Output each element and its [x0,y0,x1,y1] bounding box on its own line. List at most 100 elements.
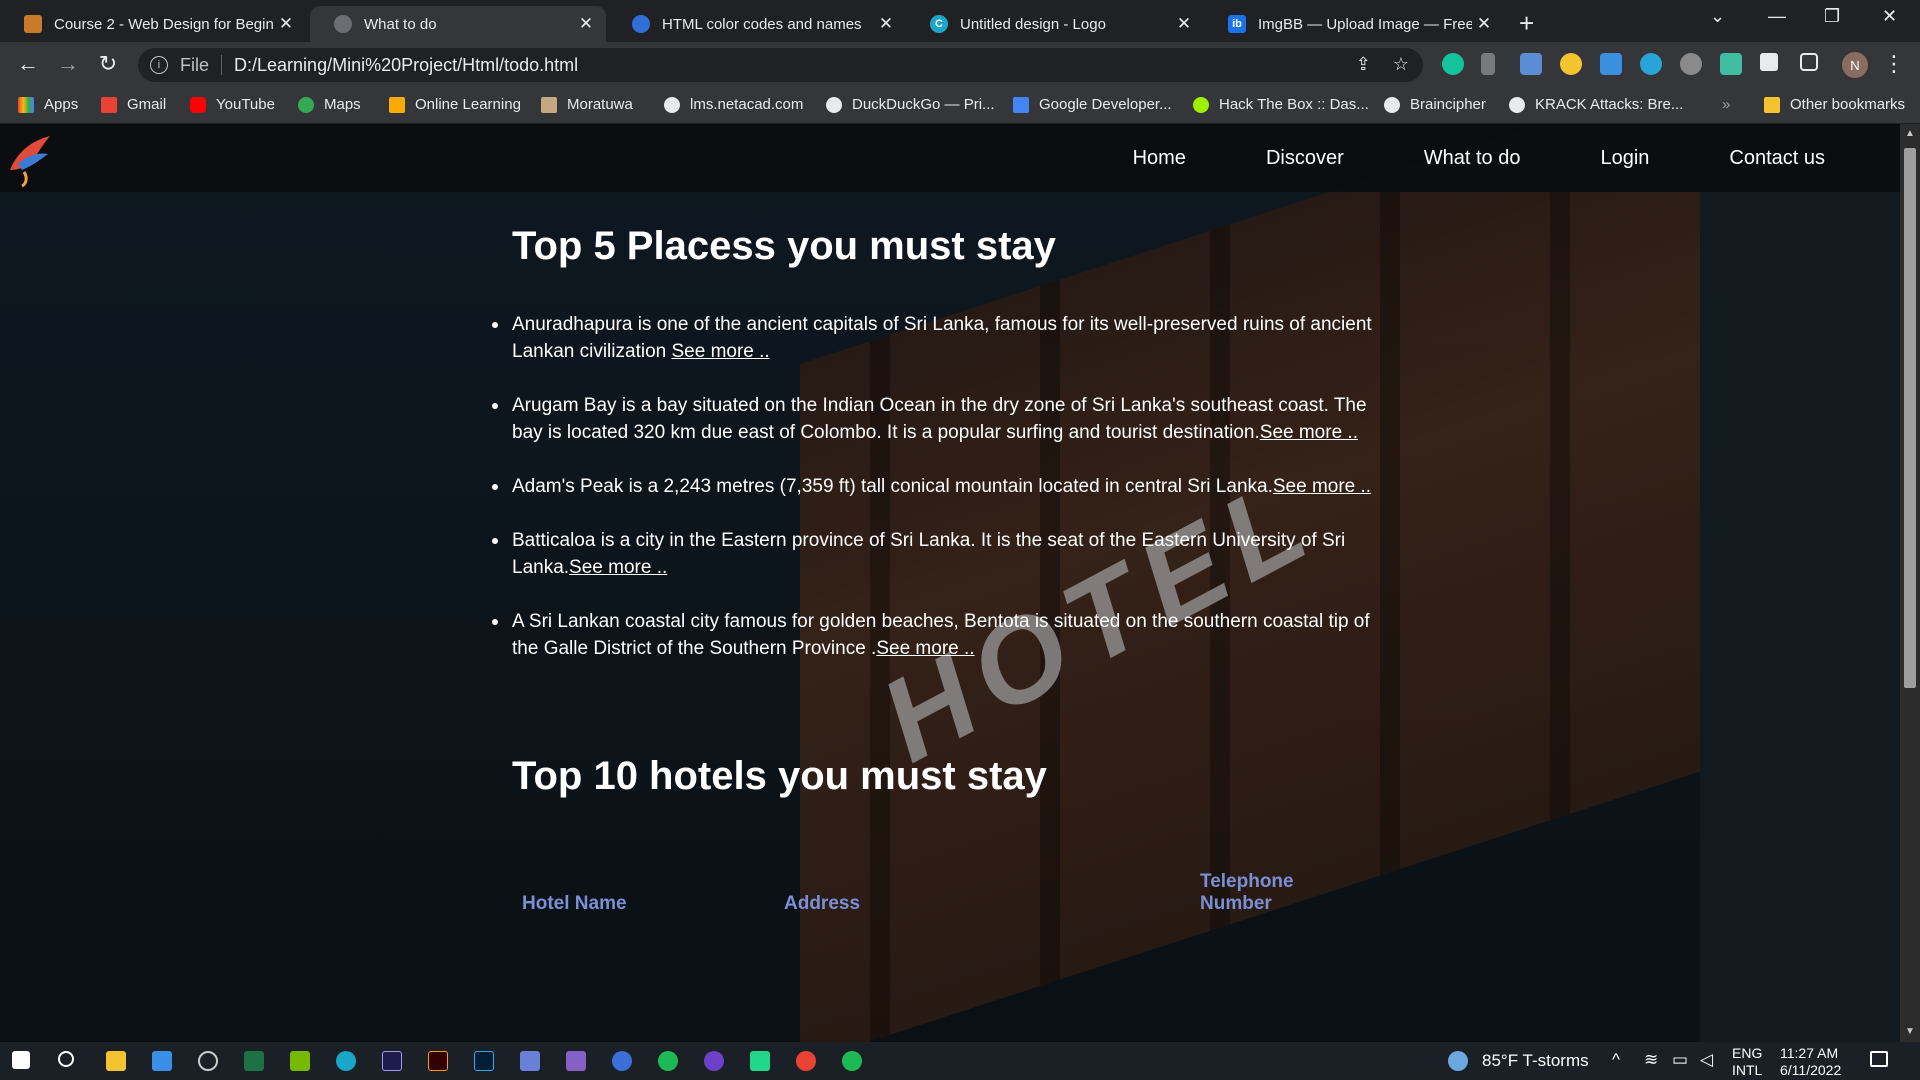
close-tab-icon[interactable]: ✕ [1472,14,1496,34]
close-tab-icon[interactable]: ✕ [574,14,598,34]
dell-icon[interactable] [198,1051,218,1071]
bookmark-duckduckgo[interactable]: DuckDuckGo — Pri... [826,96,995,113]
bookmark-apps[interactable]: Apps [18,96,78,113]
search-icon[interactable] [58,1051,74,1067]
github-icon[interactable] [704,1051,724,1071]
see-more-link[interactable]: See more .. [876,638,974,659]
app-circle-icon[interactable] [612,1051,632,1071]
bookmark-braincipher[interactable]: Braincipher [1384,96,1486,113]
bookmark-star-icon[interactable]: ☆ [1393,54,1409,75]
share-icon[interactable]: ⇪ [1356,54,1371,75]
bookmark-maps[interactable]: Maps [298,96,361,113]
weather-icon[interactable] [1448,1051,1468,1071]
bookmark-gmail[interactable]: Gmail [101,96,166,113]
tab-imgbb[interactable]: ib ImgBB — Upload Image — Free ✕ [1204,6,1504,42]
see-more-link[interactable]: See more .. [1273,476,1371,497]
html-color-favicon-icon [632,15,650,33]
canva-icon: C [930,15,948,33]
address-bar[interactable]: i File D:/Learning/Mini%20Project/Html/t… [138,48,1423,82]
bookmarks-bar: Apps Gmail YouTube Maps Online Learning … [0,88,1920,124]
see-more-link[interactable]: See more .. [671,341,769,362]
excel-icon[interactable] [244,1051,264,1071]
battery-icon[interactable]: ▭ [1672,1050,1688,1070]
wappalyzer-extension-icon[interactable] [1640,53,1662,75]
bookmark-krack[interactable]: KRACK Attacks: Bre... [1509,96,1683,113]
new-tab-button[interactable]: + [1519,8,1534,39]
moratuwa-icon [541,96,557,113]
bookmark-moratuwa[interactable]: Moratuwa [541,96,633,113]
bookmarks-overflow-button[interactable]: » [1722,96,1730,113]
k-extension-icon[interactable] [1680,53,1702,75]
clock-date[interactable]: 6/11/2022 [1780,1062,1841,1078]
see-more-link[interactable]: See more .. [569,557,667,578]
list-item: Anuradhapura is one of the ancient capit… [492,311,1392,365]
extensions-puzzle-icon[interactable] [1760,53,1778,71]
tab-what-to-do[interactable]: What to do ✕ [310,6,606,42]
restore-button[interactable]: ❐ [1824,6,1840,27]
nav-home[interactable]: Home [1133,147,1186,170]
canva-icon[interactable] [336,1051,356,1071]
bookmark-youtube[interactable]: YouTube [190,96,275,113]
color-picker-extension-icon[interactable] [1600,53,1622,75]
close-tab-icon[interactable]: ✕ [1172,14,1196,34]
chrome-icon[interactable] [796,1051,816,1071]
bird-logo-icon[interactable] [4,130,56,188]
forward-button[interactable]: → [54,51,82,77]
tray-chevron-icon[interactable]: ^ [1612,1050,1620,1070]
tab-course[interactable]: Course 2 - Web Design for Begin ✕ [0,6,306,42]
reload-button[interactable]: ↻ [94,51,122,77]
mail-icon[interactable] [152,1051,172,1071]
pycharm-icon[interactable] [750,1051,770,1071]
location-extension-icon[interactable] [1720,53,1742,75]
bookmark-hackthebox[interactable]: Hack The Box :: Das... [1193,96,1369,113]
side-panel-icon[interactable] [1800,53,1818,71]
profile-avatar[interactable]: N [1842,52,1868,78]
grammarly-extension-icon[interactable] [1442,53,1464,75]
see-more-link[interactable]: See more .. [1260,422,1358,443]
nav-discover[interactable]: Discover [1266,147,1344,170]
photoshop-icon[interactable] [474,1051,494,1071]
illustrator-icon[interactable] [428,1051,448,1071]
dashboard-extension-icon[interactable] [1520,53,1542,75]
close-tab-icon[interactable]: ✕ [874,14,898,34]
menu-kebab-icon[interactable]: ⋮ [1880,51,1908,77]
scrollbar-thumb[interactable] [1904,148,1916,688]
language-label[interactable]: ENG [1732,1045,1762,1061]
close-window-button[interactable]: ✕ [1882,6,1897,27]
url-text[interactable]: D:/Learning/Mini%20Project/Html/todo.htm… [234,55,578,76]
clock-time[interactable]: 11:27 AM [1780,1045,1838,1061]
windows-start-icon[interactable] [12,1051,30,1069]
file-explorer-icon[interactable] [106,1051,126,1071]
bookmark-netacad[interactable]: lms.netacad.com [664,96,803,113]
scroll-down-arrow-icon[interactable]: ▼ [1900,1022,1920,1042]
volume-icon[interactable]: ◁ [1700,1050,1713,1070]
visual-studio-icon[interactable] [566,1051,586,1071]
bookmark-online-learning[interactable]: Online Learning [389,96,521,113]
download-extension-icon[interactable] [1481,53,1495,75]
scroll-up-arrow-icon[interactable]: ▲ [1900,124,1920,144]
close-tab-icon[interactable]: ✕ [274,14,298,34]
after-effects-icon[interactable] [382,1051,402,1071]
network-icon[interactable]: ≋ [1644,1050,1658,1070]
nav-contact-us[interactable]: Contact us [1729,147,1825,170]
tab-canva[interactable]: C Untitled design - Logo ✕ [906,6,1204,42]
bookmark-google-developer[interactable]: Google Developer... [1013,96,1172,113]
notifications-icon[interactable] [1870,1051,1888,1067]
nav-login[interactable]: Login [1600,147,1649,170]
keyboard-layout-label[interactable]: INTL [1732,1062,1762,1078]
emoji-extension-icon[interactable] [1560,53,1582,75]
minimize-button[interactable]: — [1768,6,1786,27]
nvidia-icon[interactable] [290,1051,310,1071]
info-icon[interactable]: i [150,56,168,74]
tab-search-icon[interactable]: ⌄ [1710,6,1725,27]
column-telephone: Telephone Number [1200,871,1294,914]
weather-text[interactable]: 85°F T-storms [1482,1051,1589,1071]
page-scrollbar[interactable]: ▲ ▼ [1900,124,1920,1042]
tab-html-colors[interactable]: HTML color codes and names ✕ [608,6,906,42]
spotify-icon[interactable] [658,1051,678,1071]
back-button[interactable]: ← [14,51,42,77]
nav-what-to-do[interactable]: What to do [1424,147,1521,170]
bookmark-other[interactable]: Other bookmarks [1764,96,1905,113]
shield-icon[interactable] [520,1051,540,1071]
spotify-running-icon[interactable] [842,1051,862,1071]
